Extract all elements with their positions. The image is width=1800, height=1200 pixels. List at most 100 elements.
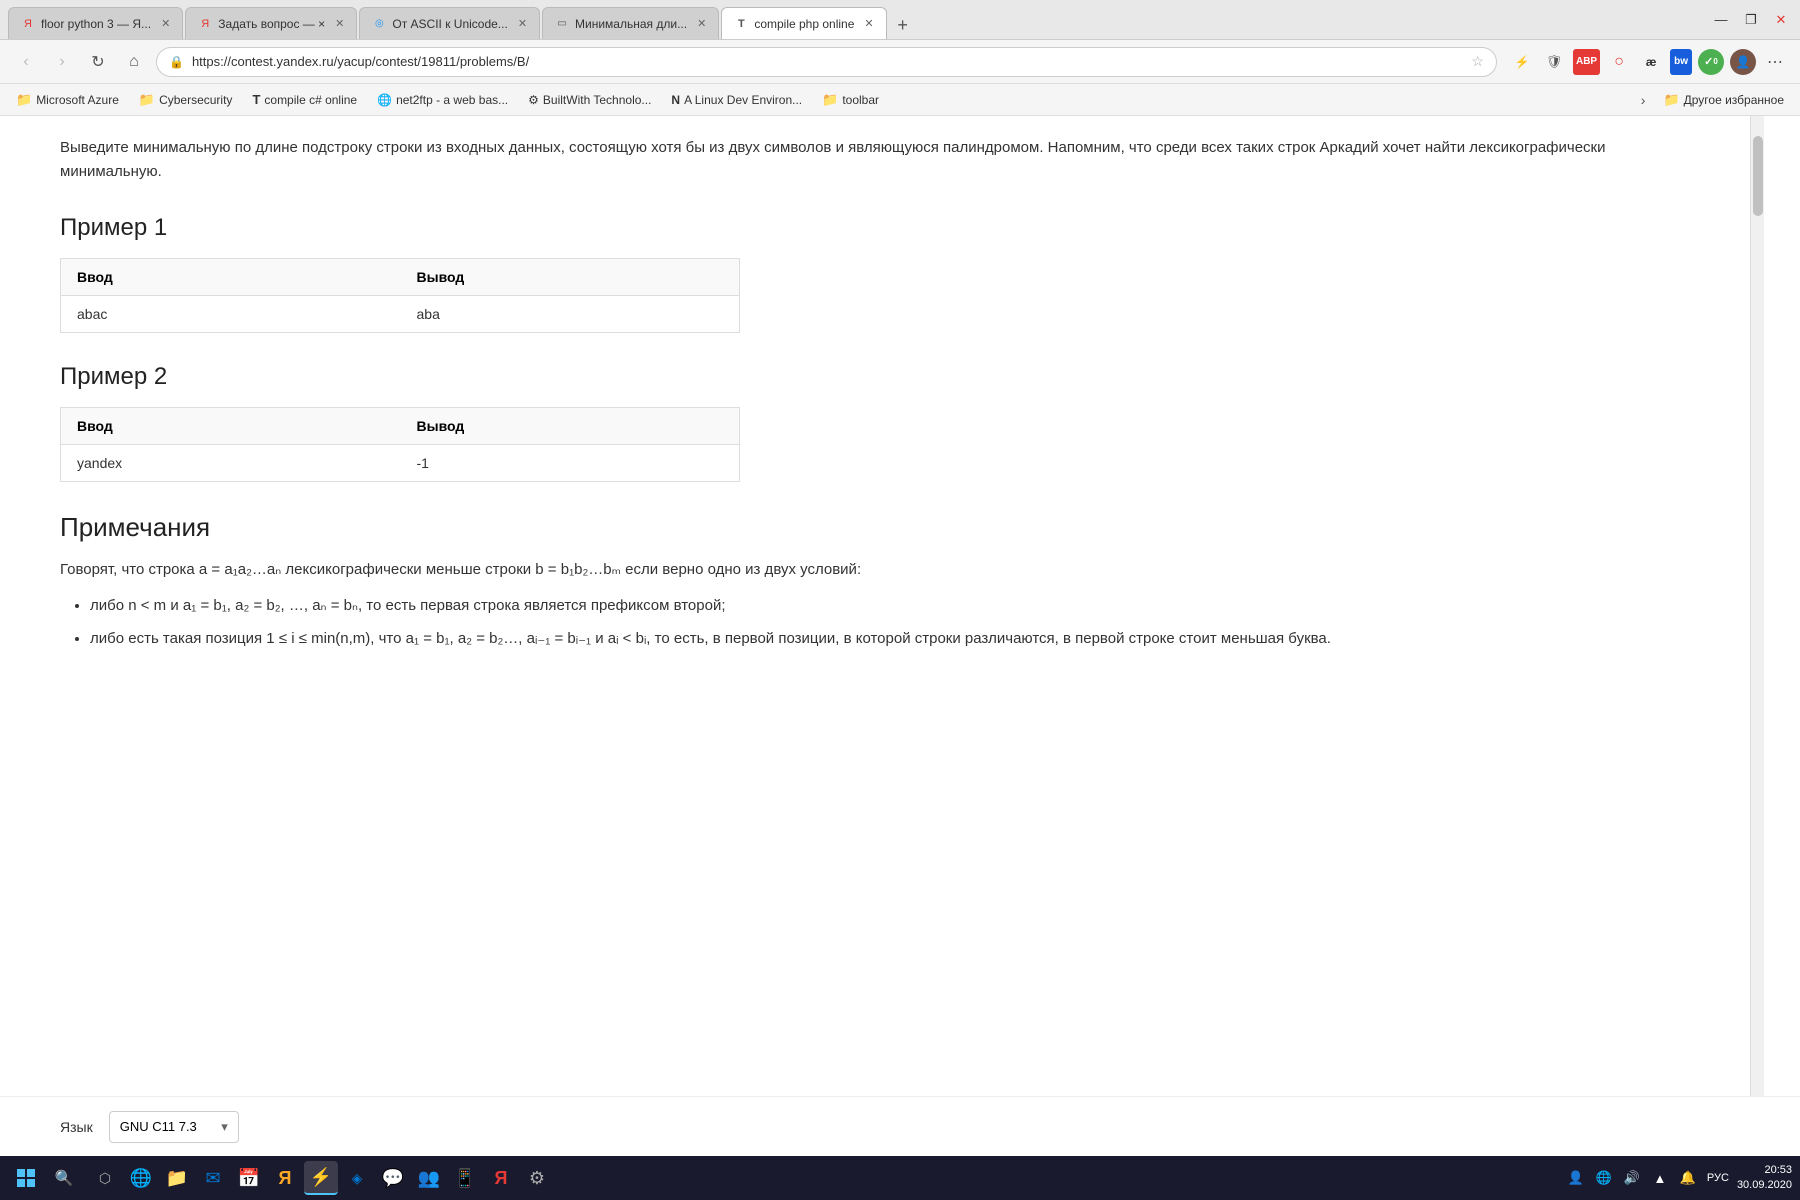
restore-button[interactable]: ❐ <box>1740 9 1762 31</box>
bookmark-compile-csharp[interactable]: T compile c# online <box>244 90 365 109</box>
example2-input-header: Ввод <box>61 408 401 445</box>
tab-favicon-2: Я <box>198 17 212 31</box>
new-tab-button[interactable]: + <box>889 11 917 39</box>
tab-close-4[interactable]: ✕ <box>697 17 706 30</box>
ae-icon[interactable]: æ <box>1638 49 1664 75</box>
intro-paragraph: Выведите минимальную по длине подстроку … <box>60 136 1690 184</box>
taskbar-app-skype[interactable]: 💬 <box>376 1161 410 1195</box>
nav-bar: ‹ › ↻ ⌂ 🔒 https://contest.yandex.ru/yacu… <box>0 40 1800 84</box>
scrollbar-thumb[interactable] <box>1753 136 1763 216</box>
example1-row: abac aba <box>61 296 740 333</box>
bookmark-toolbar[interactable]: 📁 toolbar <box>814 90 887 110</box>
keyboard-language[interactable]: РУС <box>1707 1172 1729 1184</box>
taskbar-app-teams[interactable]: 👥 <box>412 1161 446 1195</box>
example1-input-value: abac <box>61 296 401 333</box>
language-label: Язык <box>60 1119 93 1135</box>
profile-avatar[interactable]: 👤 <box>1730 49 1756 75</box>
back-button[interactable]: ‹ <box>12 48 40 76</box>
taskbar-right: 👤 🌐 🔊 ▲ 🔔 РУС 20:53 30.09.2020 <box>1565 1163 1792 1194</box>
yandex-translate-icon[interactable]: ⚡ <box>1509 49 1535 75</box>
notes-bullet-2: либо есть такая позиция 1 ≤ i ≤ min(n,m)… <box>90 626 1690 652</box>
taskbar-app-phone[interactable]: 📱 <box>448 1161 482 1195</box>
taskbar-apps: ⬡ 🌐 📁 ✉ 📅 Я ⚡ ◈ 💬 👥 📱 Я ⚙ <box>88 1161 554 1195</box>
clock-time: 20:53 <box>1764 1163 1792 1178</box>
scrollbar[interactable] <box>1750 116 1764 1096</box>
taskbar-app-yandex[interactable]: Я <box>484 1161 518 1195</box>
home-button[interactable]: ⌂ <box>120 48 148 76</box>
windows-icon <box>16 1168 36 1188</box>
linux-favicon: N <box>671 93 680 107</box>
taskbar-notification-icon[interactable]: 🔔 <box>1677 1167 1699 1189</box>
taskbar-system-icons: 👤 🌐 🔊 ▲ 🔔 <box>1565 1167 1699 1189</box>
tab-favicon-5: T <box>734 17 748 31</box>
taskbar-app-edge[interactable]: 🌐 <box>124 1161 158 1195</box>
browser-tab-2[interactable]: Я Задать вопрос — × ✕ <box>185 7 357 39</box>
taskbar-app-browser[interactable]: Я <box>268 1161 302 1195</box>
start-button[interactable] <box>8 1160 44 1196</box>
refresh-button[interactable]: ↻ <box>84 48 112 76</box>
tab-favicon-3: ◎ <box>372 17 386 31</box>
taskbar-network-icon[interactable]: 🌐 <box>1593 1167 1615 1189</box>
bookmarks-other-folder[interactable]: 📁 Другое избранное <box>1655 90 1792 110</box>
tab-title-4: Минимальная дли... <box>575 17 687 31</box>
bookmark-cybersecurity[interactable]: 📁 Cybersecurity <box>131 90 241 110</box>
notes-list: либо n < m и a₁ = b₁, a₂ = b₂, …, aₙ = b… <box>60 593 1690 652</box>
tab-close-1[interactable]: ✕ <box>161 17 170 30</box>
tab-favicon-1: Я <box>21 17 35 31</box>
security-icon[interactable]: ✓0 <box>1698 49 1724 75</box>
title-bar: Я floor python 3 — Я... ✕ Я Задать вопро… <box>0 0 1800 40</box>
taskbar-people-icon[interactable]: 👤 <box>1565 1167 1587 1189</box>
bookmark-net2ftp[interactable]: 🌐 net2ftp - a web bas... <box>369 91 516 109</box>
browser-tab-5[interactable]: T compile php online ✕ <box>721 7 886 39</box>
taskbar-volume-icon[interactable]: 🔊 <box>1621 1167 1643 1189</box>
tab-title-5: compile php online <box>754 17 854 31</box>
bookmark-linux[interactable]: N A Linux Dev Environ... <box>663 91 810 109</box>
bookmark-label: compile c# online <box>264 93 357 107</box>
adblock-icon[interactable]: ABP <box>1573 49 1600 75</box>
page-content: Выведите минимальную по длине подстроку … <box>0 116 1750 1096</box>
taskbar-clock[interactable]: 20:53 30.09.2020 <box>1737 1163 1792 1194</box>
folder-icon: 📁 <box>16 92 32 108</box>
window-controls: — ❐ ✕ <box>1710 9 1792 31</box>
folder-icon: 📁 <box>1663 92 1679 108</box>
browser-tab-4[interactable]: ▭ Минимальная дли... ✕ <box>542 7 719 39</box>
bookmark-azure[interactable]: 📁 Microsoft Azure <box>8 90 127 110</box>
taskbar-search-button[interactable]: 🔍 <box>48 1162 80 1194</box>
content-area: Выведите минимальную по длине подстроку … <box>0 116 1800 1096</box>
menu-button[interactable]: ⋯ <box>1762 49 1788 75</box>
taskbar-app-calendar[interactable]: 📅 <box>232 1161 266 1195</box>
taskbar-up-arrow-icon[interactable]: ▲ <box>1649 1167 1671 1189</box>
address-bar[interactable]: 🔒 https://contest.yandex.ru/yacup/contes… <box>156 47 1497 77</box>
close-button[interactable]: ✕ <box>1770 9 1792 31</box>
taskbar-app-vscode-blue[interactable]: ⚡ <box>304 1161 338 1195</box>
globe-icon: 🌐 <box>377 93 392 107</box>
browser-ext-icon[interactable]: 🛡 <box>1541 49 1567 75</box>
example1-table: Ввод Вывод abac aba <box>60 258 740 333</box>
browser-extensions: ⚡ 🛡 ABP ○ æ bw ✓0 👤 ⋯ <box>1509 49 1788 75</box>
minimize-button[interactable]: — <box>1710 9 1732 31</box>
tab-close-2[interactable]: ✕ <box>335 17 344 30</box>
browser-tab-1[interactable]: Я floor python 3 — Я... ✕ <box>8 7 183 39</box>
taskbar: 🔍 ⬡ 🌐 📁 ✉ 📅 Я ⚡ ◈ 💬 👥 📱 Я ⚙ 👤 🌐 🔊 ▲ 🔔 <box>0 1156 1800 1200</box>
notes-title: Примечания <box>60 512 1690 543</box>
opera-icon[interactable]: ○ <box>1606 49 1632 75</box>
taskbar-app-vscode[interactable]: ◈ <box>340 1161 374 1195</box>
taskbar-app-settings[interactable]: ⚙ <box>520 1161 554 1195</box>
bookmark-builtwith[interactable]: ⚙ BuiltWith Technolo... <box>520 91 659 109</box>
browser-tab-3[interactable]: ◎ От ASCII к Unicode... ✕ <box>359 7 540 39</box>
tab-close-5[interactable]: ✕ <box>864 17 873 30</box>
folder-icon: 📁 <box>822 92 838 108</box>
language-select[interactable]: GNU C11 7.3 ▾ <box>109 1111 239 1143</box>
bitwarden-icon[interactable]: bw <box>1670 49 1692 75</box>
tab-close-3[interactable]: ✕ <box>518 17 527 30</box>
star-icon[interactable]: ☆ <box>1471 53 1484 70</box>
taskbar-app-mail[interactable]: ✉ <box>196 1161 230 1195</box>
forward-button[interactable]: › <box>48 48 76 76</box>
bookmark-label: toolbar <box>842 93 879 107</box>
bookmarks-more-button[interactable]: › <box>1635 90 1652 110</box>
language-bar: Язык GNU C11 7.3 ▾ <box>0 1096 1800 1156</box>
example1-section: Пример 1 Ввод Вывод abac aba <box>60 214 1690 333</box>
bookmark-favicon: T <box>252 92 260 107</box>
taskbar-app-cortana[interactable]: ⬡ <box>88 1161 122 1195</box>
taskbar-app-explorer[interactable]: 📁 <box>160 1161 194 1195</box>
